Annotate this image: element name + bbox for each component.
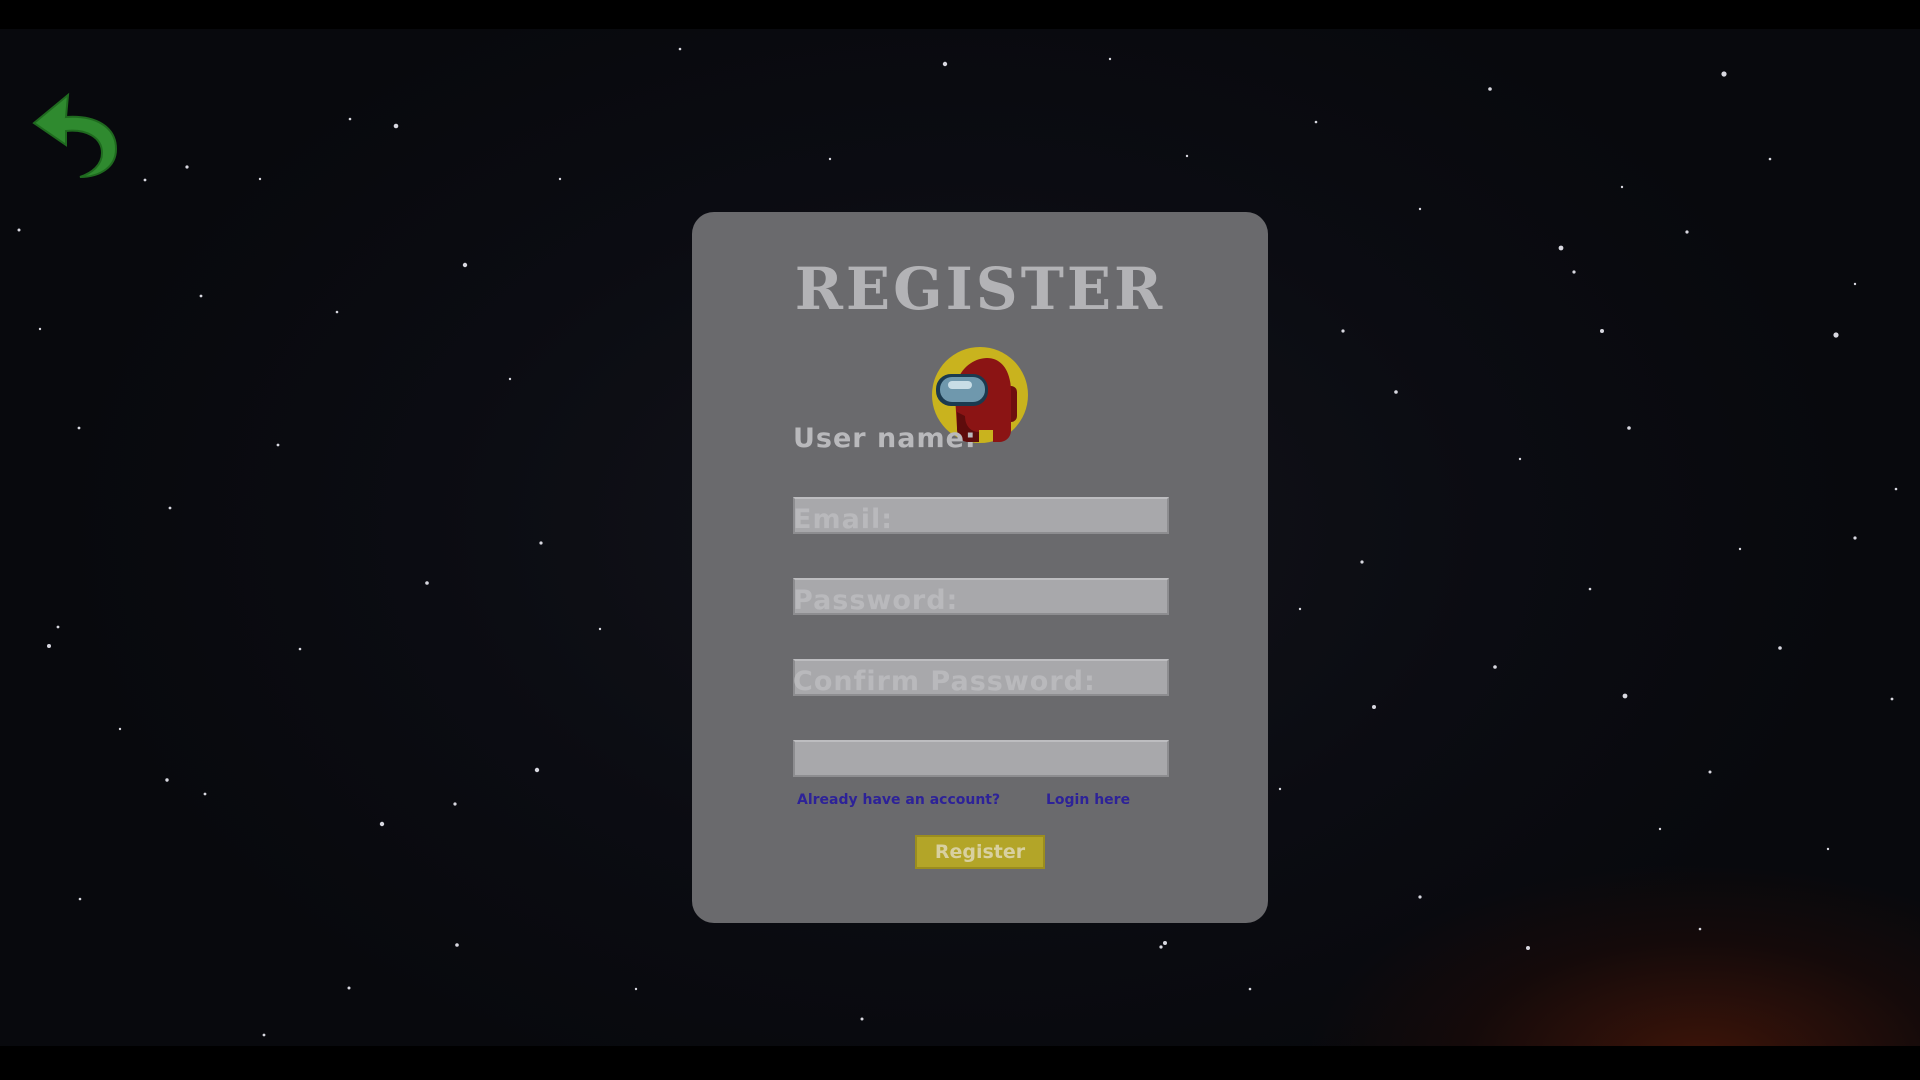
already-have-account-text: Already have an account? [797, 792, 1001, 808]
confirm-password-input[interactable] [793, 740, 1169, 777]
confirm-password-label: Confirm Password: [793, 666, 1096, 697]
page-title: REGISTER [794, 255, 1166, 323]
register-button[interactable]: Register [915, 835, 1045, 869]
starfield-background: REGISTER User name: Email: Password: Con… [0, 29, 1920, 1046]
back-arrow-icon [32, 92, 118, 178]
letterbox-top [0, 0, 1920, 29]
register-card: REGISTER User name: Email: Password: Con… [692, 212, 1268, 923]
letterbox-bottom [0, 1046, 1920, 1080]
password-label: Password: [793, 585, 959, 616]
email-label: Email: [793, 504, 894, 535]
back-button[interactable] [30, 89, 120, 179]
username-label: User name: [793, 423, 977, 454]
login-link[interactable]: Login here [1046, 793, 1130, 807]
